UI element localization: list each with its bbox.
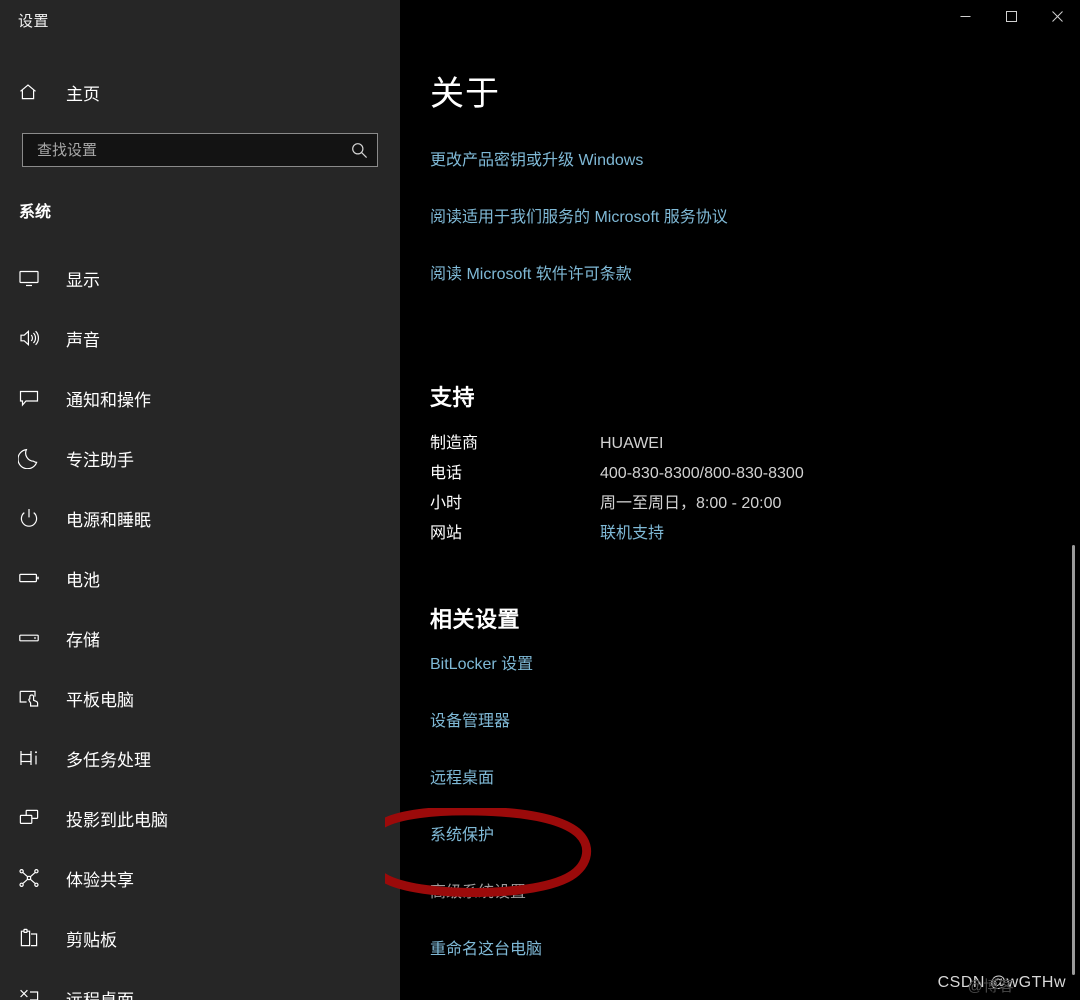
monitor-icon [18, 267, 46, 289]
sidebar-item-storage[interactable]: 存储 [0, 618, 400, 658]
support-section: 支持 制造商 HUAWEI 电话 400-830-8300/800-830-83… [430, 380, 804, 554]
sidebar-item-clipboard[interactable]: 剪贴板 [0, 918, 400, 958]
related-settings-heading: 相关设置 [430, 607, 521, 632]
support-key-phone: 电话 [430, 465, 463, 482]
sidebar-item-label: 显示 [66, 270, 100, 290]
sidebar-item-tablet[interactable]: 平板电脑 [0, 678, 400, 718]
sidebar-item-multitasking[interactable]: 多任务处理 [0, 738, 400, 778]
watermark-ghost-text: @博客 [967, 978, 1015, 995]
support-value-hours: 周一至周日，8:00 - 20:00 [600, 495, 782, 512]
sidebar-item-label: 通知和操作 [66, 390, 151, 410]
support-heading: 支持 [430, 385, 476, 410]
link-device-manager[interactable]: 设备管理器 [430, 707, 510, 731]
tablet-icon [18, 687, 46, 709]
sidebar-item-shared-experiences[interactable]: 体验共享 [0, 858, 400, 898]
link-system-protection[interactable]: 系统保护 [430, 821, 494, 845]
sidebar-item-focus-assist[interactable]: 专注助手 [0, 438, 400, 478]
maximize-button[interactable] [988, 0, 1034, 32]
link-change-product-key[interactable]: 更改产品密钥或升级 Windows [430, 146, 643, 170]
page-title: 关于 [430, 75, 500, 113]
sidebar-item-label: 电池 [66, 570, 100, 590]
share-icon [18, 867, 46, 889]
sidebar-item-remote-desktop[interactable]: 远程桌面 [0, 978, 400, 1000]
storage-icon [18, 627, 46, 649]
support-table: 制造商 HUAWEI 电话 400-830-8300/800-830-8300 … [430, 434, 804, 554]
sidebar-item-label: 存储 [66, 630, 100, 650]
sidebar-item-display[interactable]: 显示 [0, 258, 400, 298]
sidebar-item-label: 剪贴板 [66, 930, 117, 950]
sidebar-group-title: 系统 [19, 204, 52, 221]
sidebar-item-label: 体验共享 [66, 870, 134, 890]
search-input[interactable] [23, 134, 341, 166]
link-microsoft-software-license-terms[interactable]: 阅读 Microsoft 软件许可条款 [430, 260, 632, 284]
sidebar-nav-list: 显示 声音 通知和操作 专注助手 电源和睡眠 电池 存储 平板电脑 多任务处理 … [0, 258, 400, 1000]
chat-bubble-icon [18, 387, 46, 409]
close-icon [1051, 10, 1063, 22]
battery-icon [18, 567, 46, 589]
link-remote-desktop[interactable]: 远程桌面 [430, 764, 494, 788]
settings-window: 设置 主页 查找设置 系统 显示 声音 通知和操作 专注助手 电源和睡眠 电池 … [0, 0, 1080, 1000]
support-key-manufacturer: 制造商 [430, 435, 479, 452]
related-settings-section: 相关设置 BitLocker 设置 设备管理器 远程桌面 系统保护 高级系统设置… [430, 602, 542, 992]
speaker-icon [18, 327, 46, 349]
minimize-icon [960, 15, 970, 17]
sidebar-item-label: 投影到此电脑 [66, 810, 168, 830]
watermark: CSDN @wGTHw @博客 [938, 974, 1066, 995]
sidebar-item-home[interactable]: 主页 [0, 74, 400, 110]
support-value-phone: 400-830-8300/800-830-8300 [600, 465, 804, 482]
search-box[interactable] [22, 133, 378, 167]
table-row: 电话 400-830-8300/800-830-8300 [430, 464, 804, 494]
sidebar-item-label: 电源和睡眠 [66, 510, 151, 530]
sidebar-item-battery[interactable]: 电池 [0, 558, 400, 598]
link-advanced-system-settings[interactable]: 高级系统设置 [430, 878, 526, 902]
remote-desktop-icon [18, 987, 46, 1000]
table-row: 小时 周一至周日，8:00 - 20:00 [430, 494, 804, 524]
table-row: 制造商 HUAWEI [430, 434, 804, 464]
sidebar-item-home-label: 主页 [66, 84, 100, 104]
sidebar-item-label: 平板电脑 [66, 690, 134, 710]
clipboard-icon [18, 927, 46, 949]
sidebar-item-project-to-pc[interactable]: 投影到此电脑 [0, 798, 400, 838]
support-key-hours: 小时 [430, 495, 463, 512]
support-value-manufacturer: HUAWEI [600, 435, 664, 452]
window-title: 设置 [18, 13, 50, 30]
link-rename-this-pc[interactable]: 重命名这台电脑 [430, 935, 542, 959]
project-screen-icon [18, 807, 46, 829]
support-key-website: 网站 [430, 525, 463, 542]
power-icon [18, 507, 46, 529]
sidebar-item-label: 专注助手 [66, 450, 134, 470]
moon-icon [18, 447, 46, 469]
close-button[interactable] [1034, 0, 1080, 32]
maximize-icon [1005, 10, 1017, 22]
table-row: 网站 联机支持 [430, 524, 804, 554]
content-scrollbar-thumb[interactable] [1072, 545, 1075, 975]
window-controls [942, 0, 1080, 40]
title-bar: 设置 [0, 0, 1080, 40]
sidebar-item-label: 多任务处理 [66, 750, 151, 770]
link-microsoft-services-agreement[interactable]: 阅读适用于我们服务的 Microsoft 服务协议 [430, 203, 728, 227]
multitasking-icon [18, 747, 46, 769]
sidebar-item-label: 远程桌面 [66, 990, 134, 1000]
sidebar-item-sound[interactable]: 声音 [0, 318, 400, 358]
top-links-group: 更改产品密钥或升级 Windows 阅读适用于我们服务的 Microsoft 服… [430, 146, 1030, 317]
search-icon[interactable] [341, 142, 377, 159]
home-icon [18, 82, 44, 102]
minimize-button[interactable] [942, 0, 988, 32]
link-online-support[interactable]: 联机支持 [600, 525, 664, 542]
sidebar-item-power-sleep[interactable]: 电源和睡眠 [0, 498, 400, 538]
sidebar: 主页 系统 显示 [0, 0, 400, 1000]
related-settings-links: BitLocker 设置 设备管理器 远程桌面 系统保护 高级系统设置 重命名这… [430, 650, 542, 959]
sidebar-item-label: 声音 [66, 330, 100, 350]
sidebar-item-notifications[interactable]: 通知和操作 [0, 378, 400, 418]
link-bitlocker-settings[interactable]: BitLocker 设置 [430, 650, 533, 674]
